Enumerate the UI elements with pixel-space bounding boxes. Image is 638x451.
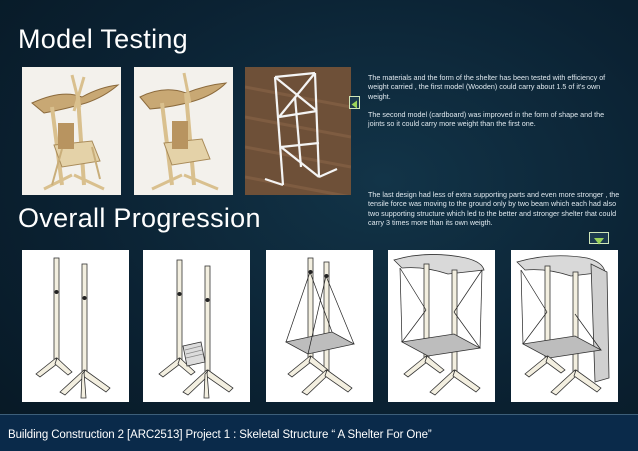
progression-stage-2 — [143, 250, 250, 402]
section-title-overall-progression: Overall Progression — [18, 203, 261, 233]
stage-1-drawing — [35, 257, 111, 399]
stage-5-drawing — [516, 255, 610, 396]
photo-final-model — [245, 67, 351, 195]
paragraph-last-design: The last design had less of extra suppor… — [368, 190, 620, 228]
photo-cardboard-model — [134, 67, 233, 195]
progression-stage-1 — [22, 250, 129, 402]
progression-stage-3 — [266, 250, 373, 402]
stage-4-drawing — [393, 254, 485, 396]
stage-3-drawing — [284, 257, 356, 396]
footer-bar: Building Construction 2 [ARC2513] Projec… — [0, 414, 638, 451]
slide: Model Testing The materials and the form… — [0, 0, 638, 451]
triangle-left-icon — [351, 100, 357, 109]
progression-stage-4 — [388, 250, 495, 402]
paragraph-second-model: The second model (cardboard) was improve… — [368, 110, 605, 129]
stage-2-drawing — [158, 259, 234, 399]
photo-wooden-model — [22, 67, 121, 195]
triangle-down-icon — [594, 238, 604, 245]
section-title-model-testing: Model Testing — [18, 24, 188, 54]
paragraph-first-model: The materials and the form of the shelte… — [368, 73, 606, 101]
cardboard-model-image — [134, 67, 233, 195]
footer-course-title: Building Construction 2 [ARC2513] Projec… — [8, 429, 432, 441]
next-button[interactable] — [589, 232, 609, 245]
final-model-image — [245, 67, 351, 195]
wooden-model-image — [22, 67, 121, 195]
progression-stage-5 — [511, 250, 618, 402]
previous-button[interactable] — [349, 96, 360, 109]
